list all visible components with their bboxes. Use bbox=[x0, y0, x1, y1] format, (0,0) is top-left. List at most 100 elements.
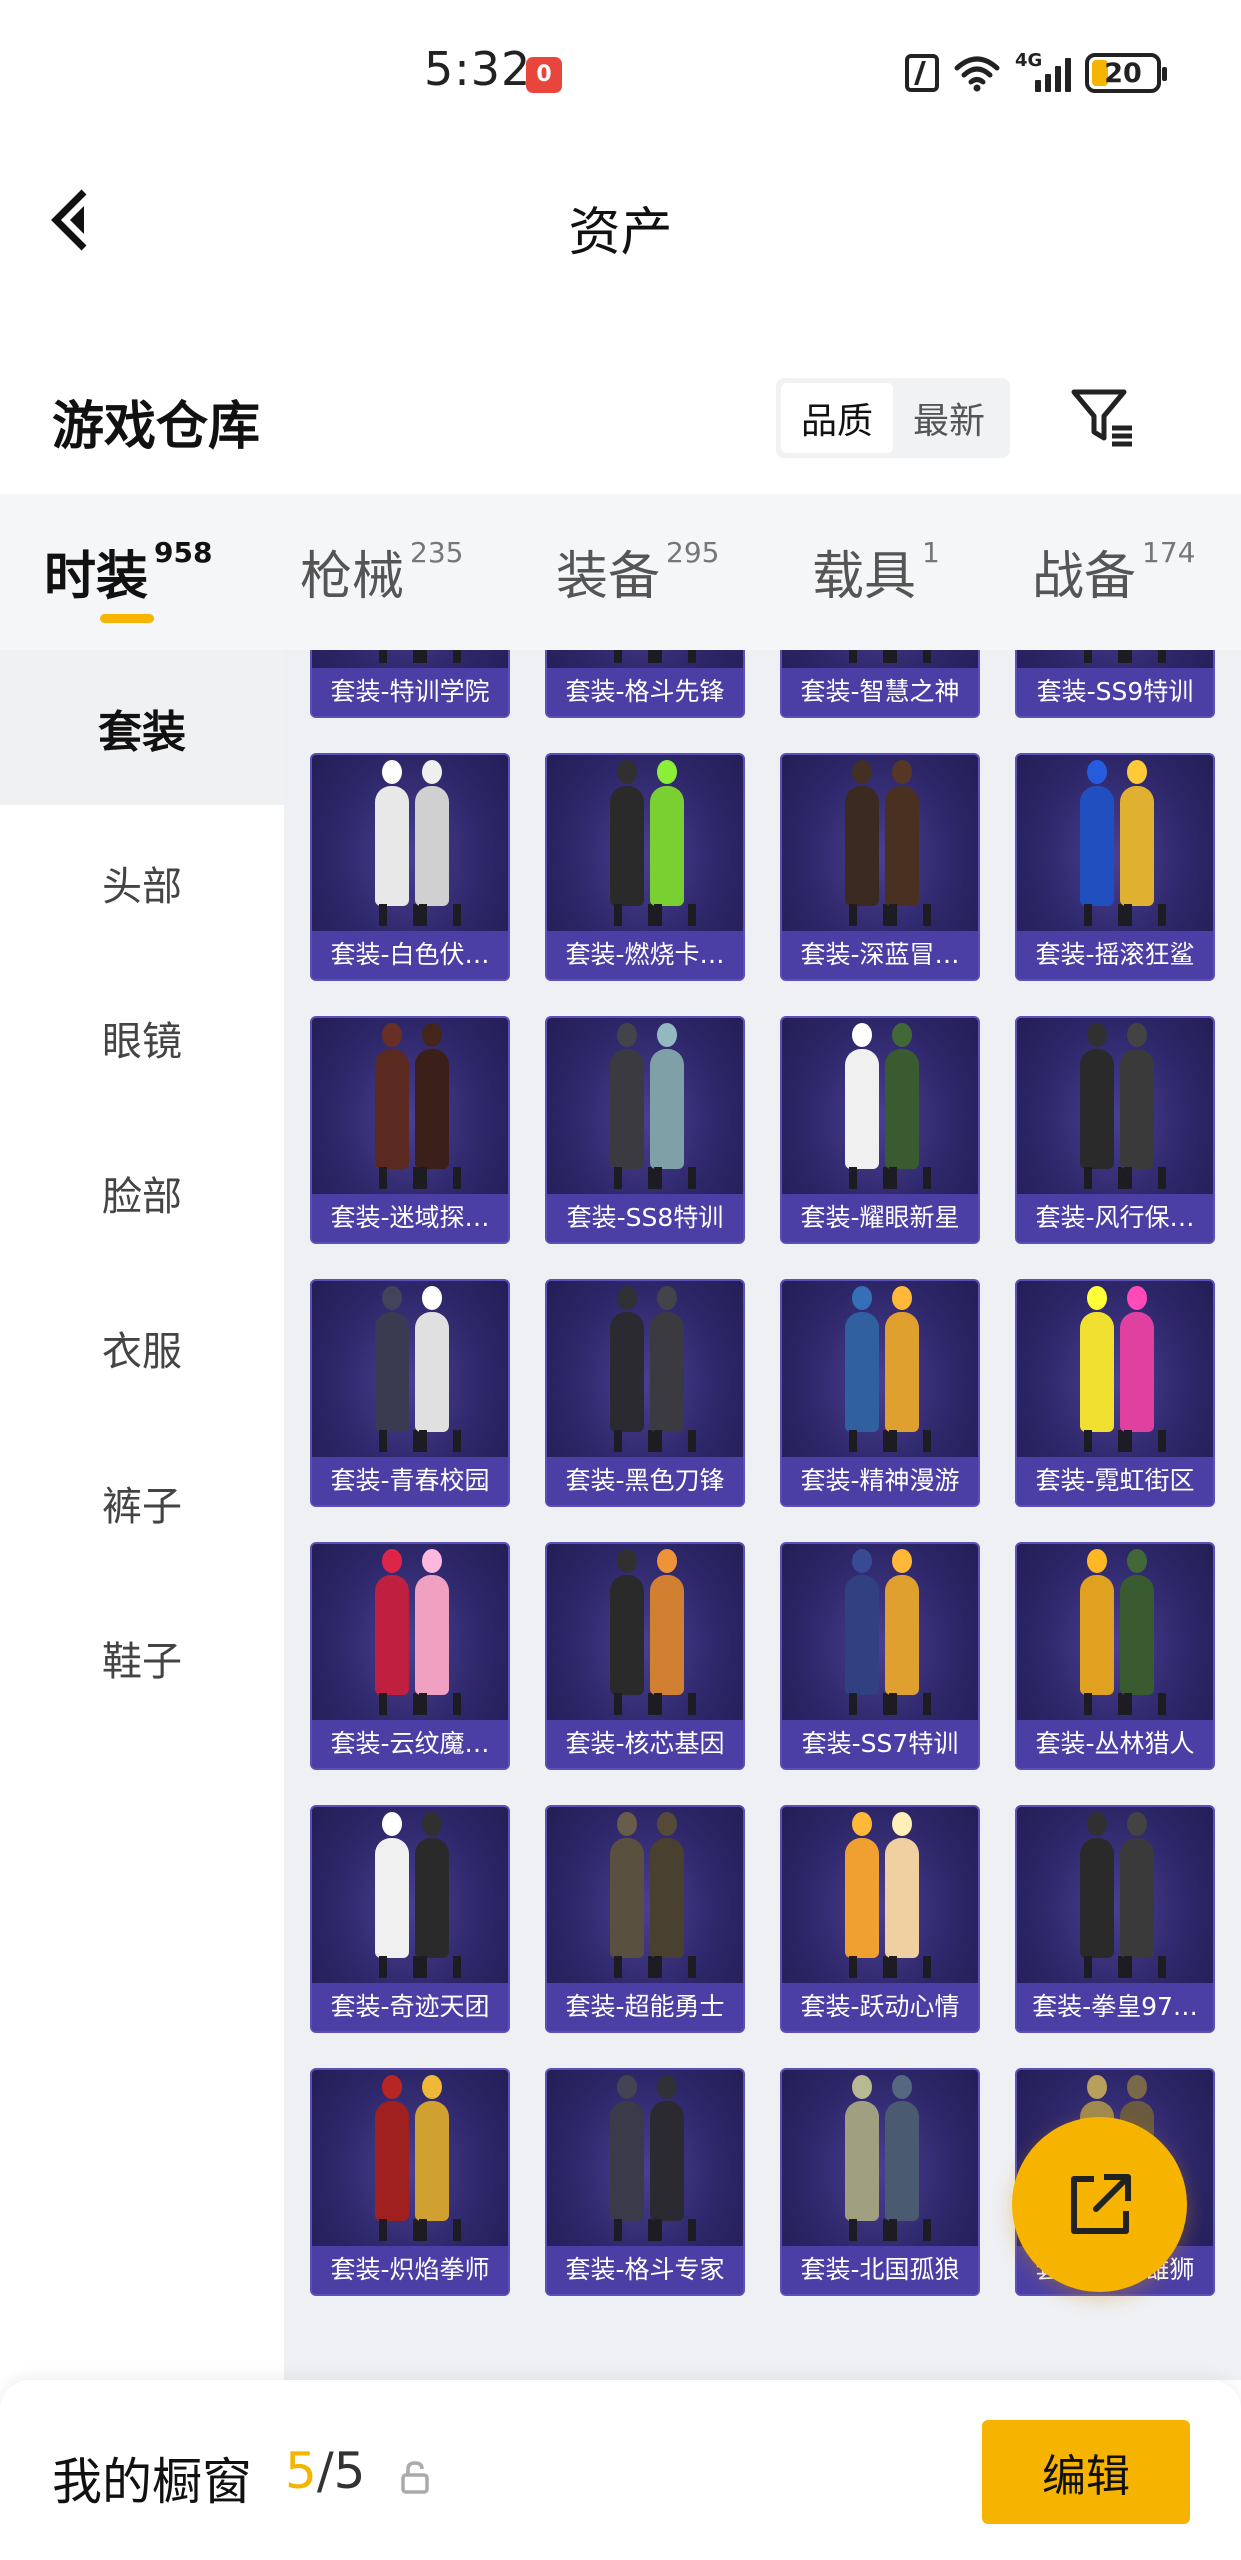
sidebar: 套装 头部 眼镜 脸部 衣服 裤子 鞋子 bbox=[0, 650, 284, 2380]
lock-icon bbox=[401, 2461, 429, 2494]
outfit-card[interactable]: 套装-深蓝冒… bbox=[780, 753, 980, 981]
sidebar-item-pants[interactable]: 裤子 bbox=[0, 1425, 284, 1580]
tab-label: 装备 bbox=[556, 547, 661, 607]
outfit-name: 套装-北国孤狼 bbox=[782, 2246, 978, 2294]
outfit-name: 套装-迷域探… bbox=[312, 1194, 508, 1242]
outfit-card[interactable]: 套装-白色伏… bbox=[310, 753, 510, 981]
edit-button[interactable]: 编辑 bbox=[982, 2420, 1190, 2524]
outfit-card[interactable]: 套装-精神漫游 bbox=[780, 1279, 980, 1507]
showcase-count-total: 5 bbox=[333, 2442, 366, 2500]
outfit-name: 套装-格斗专家 bbox=[547, 2246, 743, 2294]
outfit-name: 套装-智慧之神 bbox=[782, 668, 978, 716]
share-external-icon bbox=[1070, 2173, 1131, 2234]
tab-label: 时装 bbox=[44, 547, 149, 607]
outfit-card[interactable]: 套装-格斗先锋 bbox=[545, 650, 745, 718]
tab-count: 295 bbox=[666, 536, 720, 569]
outfit-card[interactable]: 套装-格斗专家 bbox=[545, 2068, 745, 2296]
tab-guns[interactable]: 枪械 235 bbox=[300, 534, 463, 609]
outfit-name: 套装-SS9特训 bbox=[1017, 668, 1213, 716]
outfit-card[interactable]: 套装-燃烧卡… bbox=[545, 753, 745, 981]
outfit-card[interactable]: 套装-智慧之神 bbox=[780, 650, 980, 718]
outfit-image bbox=[782, 1018, 978, 1200]
outfit-card[interactable]: 套装-丛林猎人 bbox=[1015, 1542, 1215, 1770]
sort-toggle: 品质 最新 bbox=[776, 378, 1010, 458]
outfit-card[interactable]: 套装-炽焰拳师 bbox=[310, 2068, 510, 2296]
outfit-image bbox=[782, 755, 978, 937]
outfit-name: 套装-精神漫游 bbox=[782, 1457, 978, 1505]
sidebar-item-outfits[interactable]: 套装 bbox=[0, 650, 284, 805]
network-type-label: 4G bbox=[1015, 50, 1043, 71]
share-button[interactable] bbox=[1012, 2117, 1187, 2292]
sidebar-item-shoes[interactable]: 鞋子 bbox=[0, 1580, 284, 1735]
outfit-card[interactable]: 套装-云纹魔… bbox=[310, 1542, 510, 1770]
notification-badge: 0 bbox=[526, 57, 562, 93]
outfit-image bbox=[312, 1281, 508, 1463]
outfit-image bbox=[312, 1544, 508, 1726]
outfit-image bbox=[1017, 1807, 1213, 1989]
signal-icon: 4G bbox=[1015, 50, 1071, 92]
outfit-card[interactable]: 套装-特训学院 bbox=[310, 650, 510, 718]
tab-label: 战备 bbox=[1032, 547, 1137, 607]
outfit-image bbox=[782, 2070, 978, 2252]
sidebar-item-clothes[interactable]: 衣服 bbox=[0, 1270, 284, 1425]
outfit-image bbox=[312, 2070, 508, 2252]
outfit-image bbox=[1017, 755, 1213, 937]
tab-battle-prep[interactable]: 战备 174 bbox=[1032, 534, 1195, 609]
status-bar: 5:32 0 4G 20 bbox=[0, 0, 1241, 140]
outfit-name: 套装-SS8特训 bbox=[547, 1194, 743, 1242]
tab-count: 174 bbox=[1142, 536, 1196, 569]
outfit-image bbox=[312, 1018, 508, 1200]
outfit-card[interactable]: 套装-SS7特训 bbox=[780, 1542, 980, 1770]
sidebar-item-glasses[interactable]: 眼镜 bbox=[0, 960, 284, 1115]
outfit-card[interactable]: 套装-超能勇士 bbox=[545, 1805, 745, 2033]
item-grid: 套装-特训学院 套装-格斗先锋 套装-智慧之神 套装-SS9特训套装-白色伏… 套装-燃… bbox=[310, 650, 1230, 2296]
outfit-card[interactable]: 套装-SS9特训 bbox=[1015, 650, 1215, 718]
outfit-card[interactable]: 套装-SS8特训 bbox=[545, 1016, 745, 1244]
tab-equipment[interactable]: 装备 295 bbox=[556, 534, 719, 609]
outfit-name: 套装-跃动心情 bbox=[782, 1983, 978, 2031]
outfit-image bbox=[547, 1807, 743, 1989]
status-icons: 4G 20 bbox=[905, 50, 1167, 96]
sort-option-newest[interactable]: 最新 bbox=[893, 383, 1005, 453]
battery-icon: 20 bbox=[1085, 53, 1167, 93]
outfit-name: 套装-青春校园 bbox=[312, 1457, 508, 1505]
category-tabs: 时装 958 枪械 235 装备 295 载具 1 战备 174 bbox=[0, 494, 1241, 650]
tab-count: 958 bbox=[154, 536, 213, 569]
outfit-name: 套装-霓虹街区 bbox=[1017, 1457, 1213, 1505]
outfit-card[interactable]: 套装-青春校园 bbox=[310, 1279, 510, 1507]
outfit-card[interactable]: 套装-跃动心情 bbox=[780, 1805, 980, 2033]
showcase-label: 我的橱窗 bbox=[52, 2453, 252, 2511]
outfit-image bbox=[547, 1544, 743, 1726]
outfit-name: 套装-格斗先锋 bbox=[547, 668, 743, 716]
outfit-image bbox=[312, 755, 508, 937]
outfit-name: 套装-核芯基因 bbox=[547, 1720, 743, 1768]
outfit-card[interactable]: 套装-迷域探… bbox=[310, 1016, 510, 1244]
outfit-image bbox=[1017, 1544, 1213, 1726]
outfit-card[interactable]: 套装-风行保… bbox=[1015, 1016, 1215, 1244]
outfit-card[interactable]: 套装-耀眼新星 bbox=[780, 1016, 980, 1244]
outfit-name: 套装-白色伏… bbox=[312, 931, 508, 979]
outfit-name: 套装-SS7特训 bbox=[782, 1720, 978, 1768]
outfit-card[interactable]: 套装-核芯基因 bbox=[545, 1542, 745, 1770]
warehouse-title: 游戏仓库 bbox=[52, 397, 261, 457]
filter-list-icon[interactable] bbox=[1070, 386, 1136, 452]
title-bar: 资产 bbox=[0, 160, 1241, 280]
sort-option-quality[interactable]: 品质 bbox=[781, 383, 893, 453]
outfit-name: 套装-风行保… bbox=[1017, 1194, 1213, 1242]
outfit-name: 套装-拳皇97… bbox=[1017, 1983, 1213, 2031]
outfit-name: 套装-炽焰拳师 bbox=[312, 2246, 508, 2294]
outfit-card[interactable]: 套装-拳皇97… bbox=[1015, 1805, 1215, 2033]
sidebar-item-face[interactable]: 脸部 bbox=[0, 1115, 284, 1270]
outfit-image bbox=[547, 1281, 743, 1463]
outfit-name: 套装-摇滚狂鲨 bbox=[1017, 931, 1213, 979]
tab-vehicles[interactable]: 载具 1 bbox=[812, 534, 940, 609]
outfit-card[interactable]: 套装-奇迹天团 bbox=[310, 1805, 510, 2033]
outfit-card[interactable]: 套装-霓虹街区 bbox=[1015, 1279, 1215, 1507]
outfit-card[interactable]: 套装-摇滚狂鲨 bbox=[1015, 753, 1215, 981]
outfit-image bbox=[547, 1018, 743, 1200]
tab-fashion[interactable]: 时装 958 bbox=[44, 534, 212, 609]
outfit-card[interactable]: 套装-北国孤狼 bbox=[780, 2068, 980, 2296]
sidebar-item-head[interactable]: 头部 bbox=[0, 805, 284, 960]
outfit-image bbox=[782, 1544, 978, 1726]
outfit-card[interactable]: 套装-黑色刀锋 bbox=[545, 1279, 745, 1507]
